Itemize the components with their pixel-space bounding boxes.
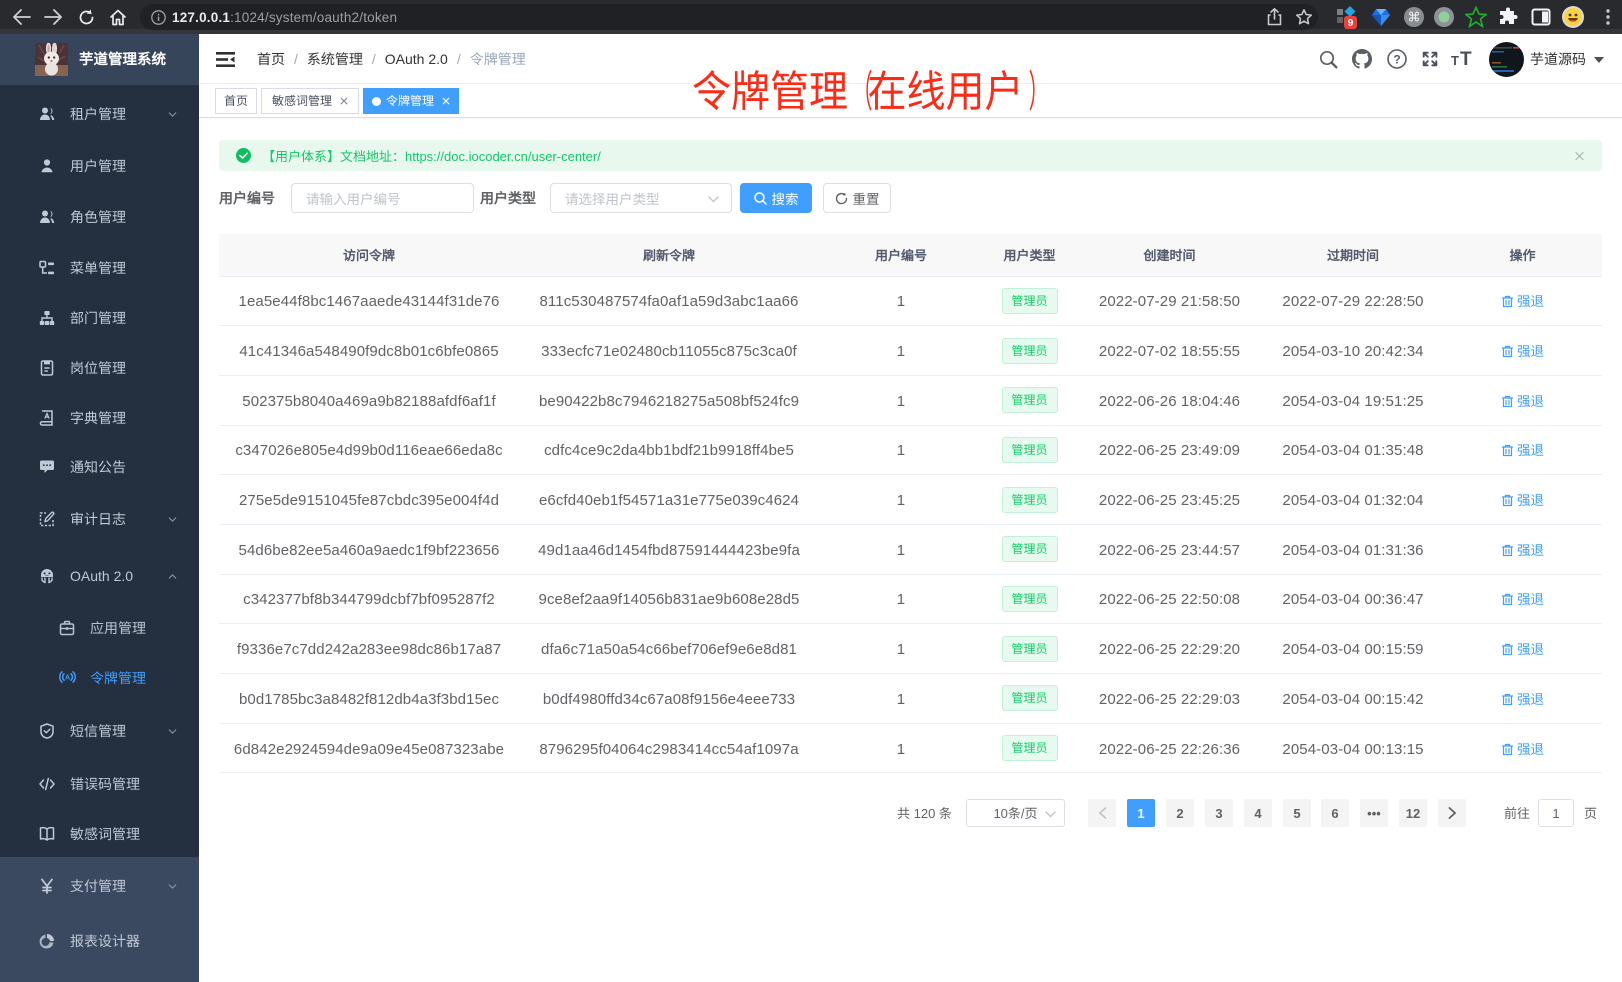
svg-text:A: A — [65, 674, 70, 682]
svg-text:T: T — [1451, 53, 1459, 68]
svg-text:⌘: ⌘ — [1408, 10, 1421, 25]
svg-text:?: ? — [1393, 53, 1400, 67]
svg-text:T: T — [1460, 49, 1472, 69]
svg-text:9: 9 — [1348, 18, 1354, 29]
